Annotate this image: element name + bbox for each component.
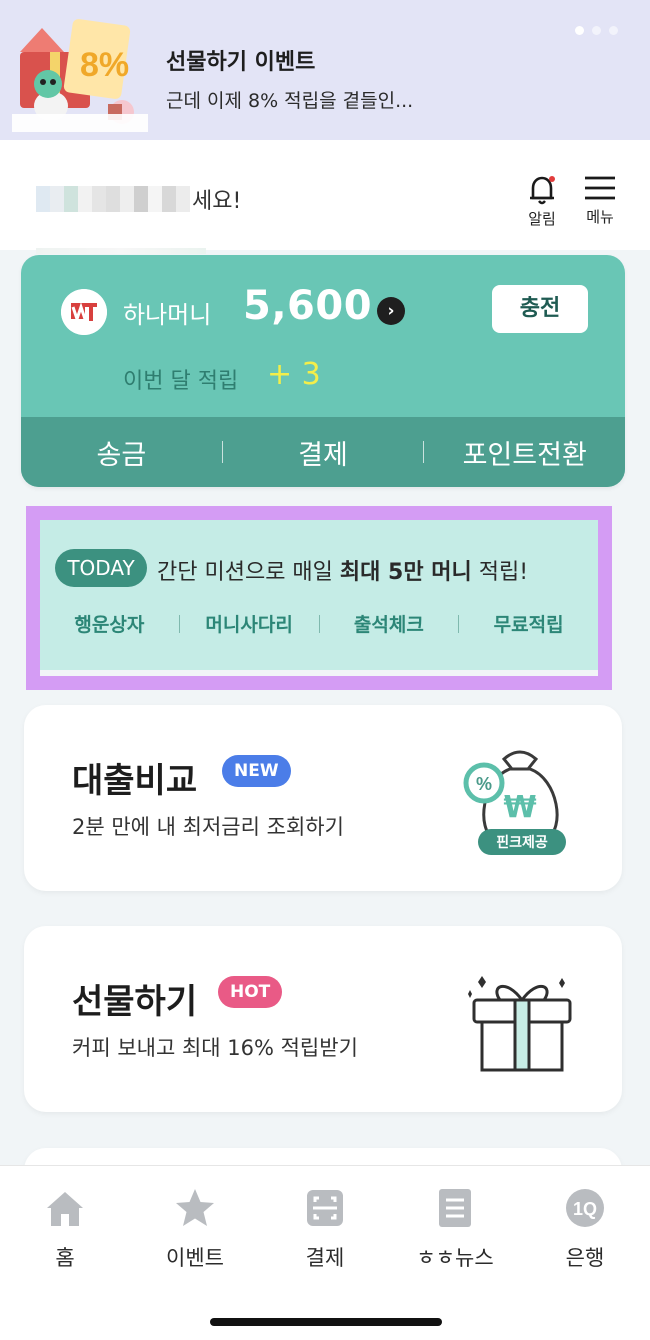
bottom-navigation: 홈 이벤트 결제 ㅎㅎ뉴스 1Q 은행 xyxy=(0,1165,650,1340)
gift-box-icon xyxy=(468,976,572,1072)
star-icon xyxy=(176,1189,214,1226)
bell-icon xyxy=(530,176,555,205)
blurred-strip xyxy=(36,248,206,254)
svg-text:%: % xyxy=(476,774,492,794)
hot-badge: HOT xyxy=(218,976,283,1008)
nav-bank-label: 은행 xyxy=(565,1246,605,1270)
gift-title: 선물하기 xyxy=(72,982,198,1022)
greeting: 세요! xyxy=(36,184,241,214)
money-bag-icon: % ₩ 핀크제공 xyxy=(463,750,566,855)
attendance-check-link[interactable]: 출석체크 xyxy=(320,610,459,637)
nav-news[interactable]: ㅎㅎ뉴스 xyxy=(400,1186,510,1272)
nav-payment[interactable]: 결제 xyxy=(270,1186,380,1272)
banner-pagination xyxy=(575,26,618,35)
nav-event[interactable]: 이벤트 xyxy=(140,1186,250,1272)
monthly-earned-label: 이번 달 적립 xyxy=(123,369,239,394)
header: 세요! 알림 메뉴 xyxy=(0,140,650,254)
money-label: 하나머니 xyxy=(123,301,212,329)
nav-payment-label: 결제 xyxy=(305,1246,345,1270)
pagination-dot xyxy=(609,26,618,35)
news-icon xyxy=(439,1189,471,1227)
svg-text:8%: 8% xyxy=(80,46,129,84)
transfer-button[interactable]: 송금 xyxy=(21,433,222,472)
nav-bank[interactable]: 1Q 은행 xyxy=(530,1186,640,1272)
point-conversion-button[interactable]: 포인트전환 xyxy=(424,433,625,472)
menu-label: 메뉴 xyxy=(586,208,614,226)
chevron-right-icon[interactable]: › xyxy=(377,297,405,325)
banner-title: 선물하기 이벤트 xyxy=(166,50,316,75)
today-mission-text: 간단 미션으로 매일 최대 5만 머니 적립! xyxy=(157,560,529,585)
notification-button[interactable]: 알림 xyxy=(522,174,562,229)
hana-money-card[interactable]: 하나머니 5,600 › 충전 이번 달 적립 + 3 송금 결제 포인트전환 xyxy=(21,255,625,487)
hana-money-logo-icon xyxy=(61,289,107,335)
notification-label: 알림 xyxy=(528,210,556,228)
home-indicator[interactable] xyxy=(210,1318,442,1326)
gift-subtitle: 커피 보내고 최대 16% 적립받기 xyxy=(72,1036,358,1060)
home-icon xyxy=(47,1192,83,1226)
payment-button[interactable]: 결제 xyxy=(223,433,424,472)
event-banner[interactable]: 8% 선물하기 이벤트 근데 이제 8% 적립을 곁들인... xyxy=(0,0,650,140)
today-badge: TODAY xyxy=(55,549,147,587)
svg-text:핀크제공: 핀크제공 xyxy=(496,835,548,851)
svg-text:1Q: 1Q xyxy=(573,1199,597,1219)
charge-button[interactable]: 충전 xyxy=(492,285,588,333)
bank-1q-icon: 1Q xyxy=(566,1189,604,1227)
money-actions-bar: 송금 결제 포인트전환 xyxy=(21,417,625,487)
money-balance: 5,600 xyxy=(243,283,373,329)
free-earn-link[interactable]: 무료적립 xyxy=(459,610,598,637)
hamburger-menu-icon xyxy=(585,176,615,200)
scan-icon xyxy=(307,1190,343,1226)
lucky-box-link[interactable]: 행운상자 xyxy=(40,610,179,637)
loan-compare-subtitle: 2분 만에 내 최저금리 조회하기 xyxy=(72,815,344,839)
gift-card[interactable]: 선물하기 HOT 커피 보내고 최대 16% 적립받기 xyxy=(24,926,622,1112)
pagination-dot xyxy=(592,26,601,35)
today-mission-links: 행운상자 머니사다리 출석체크 무료적립 xyxy=(40,610,598,637)
nav-event-label: 이벤트 xyxy=(166,1246,224,1270)
nav-news-label: ㅎㅎ뉴스 xyxy=(416,1246,494,1270)
highlight-frame xyxy=(26,506,612,690)
menu-button[interactable]: 메뉴 xyxy=(580,174,620,227)
monthly-earned-value: + 3 xyxy=(267,357,321,392)
gift-box-illustration-icon: 8% xyxy=(12,19,148,132)
pagination-dot xyxy=(575,26,584,35)
svg-text:₩: ₩ xyxy=(503,790,536,825)
loan-compare-card[interactable]: 대출비교 NEW 2분 만에 내 최저금리 조회하기 % ₩ 핀크제공 xyxy=(24,705,622,891)
banner-subtitle: 근데 이제 8% 적립을 곁들인... xyxy=(166,90,414,112)
greeting-text: 세요! xyxy=(192,189,242,214)
blurred-username xyxy=(36,186,190,212)
loan-compare-title: 대출비교 xyxy=(72,761,198,801)
money-ladder-link[interactable]: 머니사다리 xyxy=(180,610,319,637)
nav-home-label: 홈 xyxy=(55,1246,75,1270)
nav-home[interactable]: 홈 xyxy=(10,1186,120,1272)
new-badge: NEW xyxy=(222,755,291,787)
